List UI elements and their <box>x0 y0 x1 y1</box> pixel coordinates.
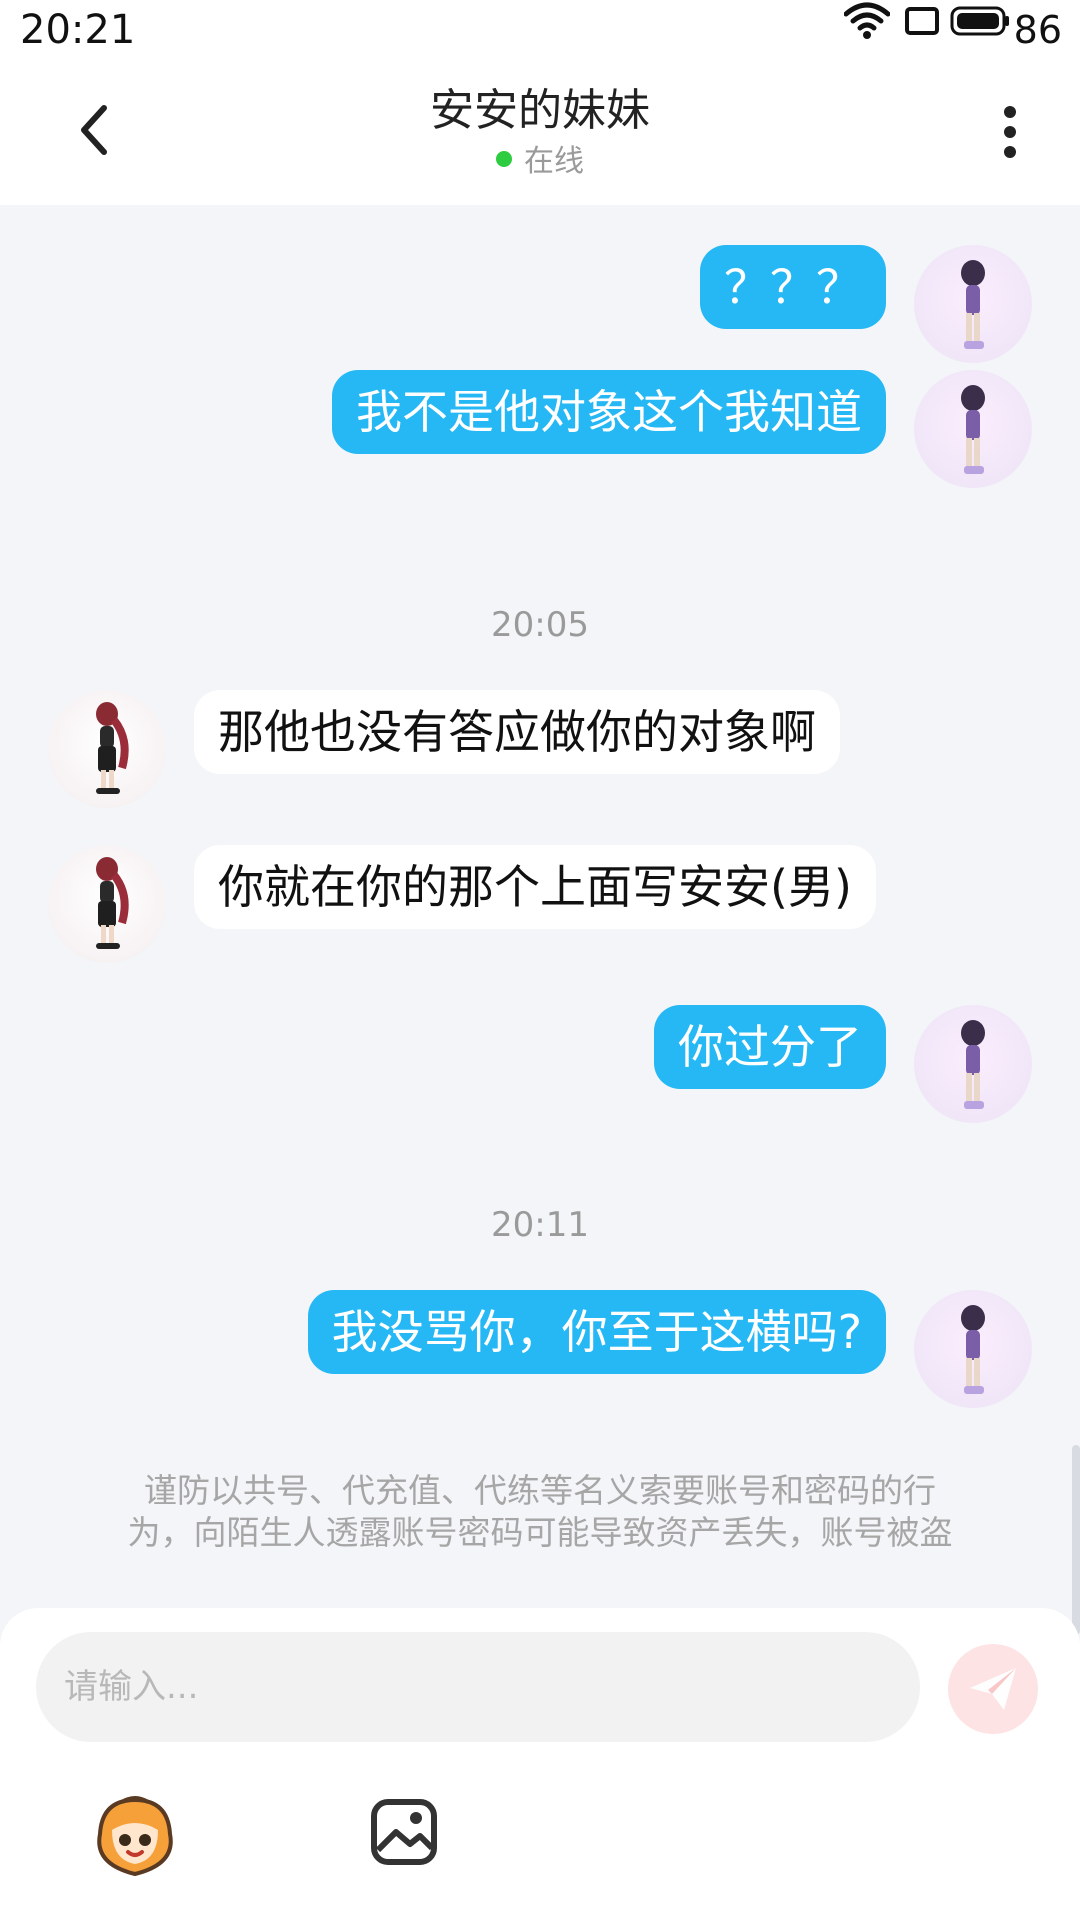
online-dot-icon <box>496 151 512 167</box>
my-avatar[interactable] <box>914 1290 1032 1408</box>
chat-header: 安安的妹妹 在线 <box>0 60 1080 205</box>
more-vertical-icon[interactable] <box>1002 102 1018 162</box>
avatar-character-icon <box>96 857 129 949</box>
contact-name: 安安的妹妹 <box>430 85 650 136</box>
emoji-mascot-icon[interactable] <box>92 1794 178 1880</box>
scrollbar[interactable] <box>1072 1445 1080 1635</box>
chat-screen: 20:21 86 安安的妹妹 在线 ？？？ 我不是他对象这个我知道 20:05 … <box>0 0 1080 1920</box>
status-bar: 20:21 86 <box>0 0 1080 60</box>
my-message-bubble[interactable]: 你过分了 <box>654 1005 886 1089</box>
online-status: 在线 <box>0 142 1080 182</box>
message-list[interactable]: ？？？ 我不是他对象这个我知道 20:05 那他也没有答应做你的对象啊 你就在你… <box>0 205 1080 1635</box>
my-avatar[interactable] <box>914 370 1032 488</box>
contact-avatar[interactable] <box>48 845 166 963</box>
avatar-character-icon <box>96 702 129 794</box>
my-avatar[interactable] <box>914 1005 1032 1123</box>
status-time: 20:21 <box>20 7 136 53</box>
wifi-icon <box>844 2 890 39</box>
online-status-label: 在线 <box>524 144 584 179</box>
security-notice-line-1: 谨防以共号、代充值、代练等名义索要账号和密码的行 <box>144 1471 936 1510</box>
security-notice-line-2: 为，向陌生人透露账号密码可能导致资产丢失，账号被盗 <box>127 1513 953 1552</box>
my-avatar[interactable] <box>914 245 1032 363</box>
message-input[interactable] <box>36 1632 920 1742</box>
my-message-bubble[interactable]: ？？？ <box>700 245 886 329</box>
time-divider: 20:11 <box>491 1205 589 1245</box>
contact-avatar[interactable] <box>48 690 166 808</box>
contact-message-bubble[interactable]: 你就在你的那个上面写安安(男) <box>194 845 876 929</box>
paper-plane-icon <box>970 1668 1016 1710</box>
time-divider: 20:05 <box>491 605 589 645</box>
input-panel <box>0 1608 1080 1920</box>
image-icon[interactable] <box>370 1798 438 1866</box>
send-button[interactable] <box>948 1644 1038 1734</box>
contact-message-bubble[interactable]: 那他也没有答应做你的对象啊 <box>194 690 840 774</box>
battery-icon <box>950 6 1009 36</box>
avatar-character-icon <box>961 385 985 474</box>
security-notice: 谨防以共号、代充值、代练等名义索要账号和密码的行 为，向陌生人透露账号密码可能导… <box>80 1470 1000 1554</box>
my-message-bubble[interactable]: 我没骂你，你至于这横吗? <box>307 1290 886 1374</box>
avatar-character-icon <box>961 260 985 349</box>
my-message-bubble[interactable]: 我不是他对象这个我知道 <box>332 370 886 454</box>
avatar-character-icon <box>961 1305 985 1394</box>
battery-level: 86 <box>1013 8 1062 52</box>
avatar-character-icon <box>961 1020 985 1109</box>
screen-rotation-icon <box>905 7 939 35</box>
